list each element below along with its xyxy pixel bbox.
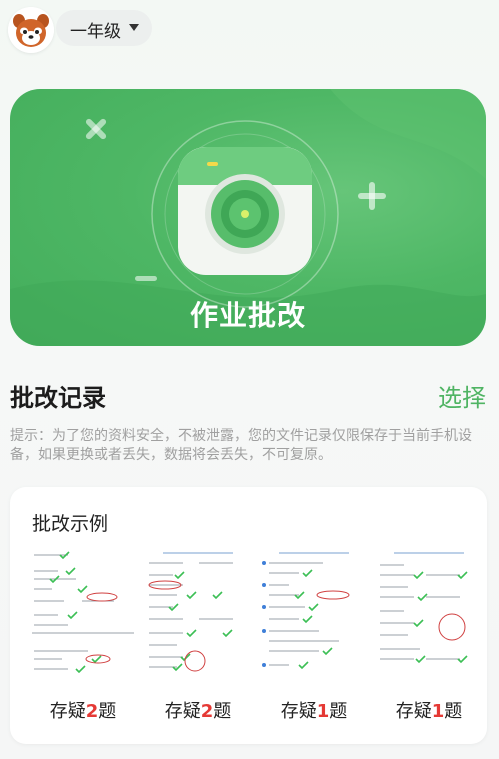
select-button[interactable]: 选择 <box>438 378 486 413</box>
example-caption-2: 存疑2题 <box>164 701 232 722</box>
records-title: 批改记录 <box>10 384 106 412</box>
red-panda-avatar-icon <box>8 7 54 53</box>
privacy-tip: 提示：为了您的资料安全，不被泄露，您的文件记录仅限保存于当前手机设备，如果更换或… <box>10 428 472 463</box>
doubt-count: 1 <box>316 701 330 722</box>
example-caption-1: 存疑2题 <box>49 701 117 722</box>
avatar[interactable] <box>8 7 54 53</box>
hero-title: 作业批改 <box>189 299 306 332</box>
grade-selector[interactable]: 一年级 <box>56 10 152 46</box>
example-caption-3: 存疑1题 <box>280 701 348 722</box>
cross-decoration-icon <box>85 118 107 140</box>
examples-title: 批改示例 <box>32 513 109 535</box>
top-bar: 一年级 <box>0 0 499 58</box>
example-sheet-2[interactable] <box>143 549 253 679</box>
worksheet-thumbnail <box>143 549 253 673</box>
example-sheet-4[interactable] <box>374 549 484 679</box>
example-caption-4: 存疑1题 <box>395 701 463 722</box>
worksheet-thumbnail <box>28 549 138 673</box>
caret-down-icon <box>129 24 139 31</box>
example-sheet-3[interactable] <box>259 549 369 679</box>
worksheet-thumbnail <box>259 549 369 673</box>
plus-decoration-icon <box>358 182 386 210</box>
doubt-count: 2 <box>85 701 99 722</box>
doubt-count: 1 <box>431 701 445 722</box>
example-sheet-1[interactable] <box>28 549 138 679</box>
worksheet-thumbnail <box>374 549 484 673</box>
homework-correction-banner[interactable]: 作业批改 <box>10 89 486 346</box>
grade-label: 一年级 <box>70 22 121 42</box>
doubt-count: 2 <box>200 701 214 722</box>
examples-card: 批改示例 存疑2题 存疑2题 存疑1题 存疑1题 <box>10 487 487 744</box>
